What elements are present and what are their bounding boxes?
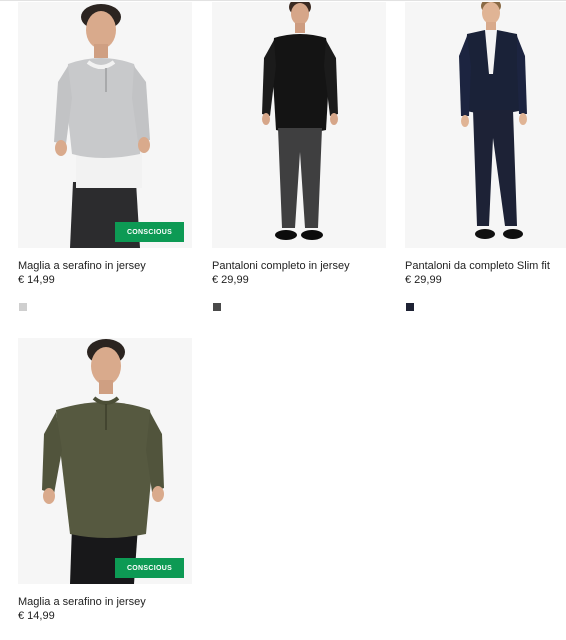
product-name[interactable]: Maglia a serafino in jersey — [18, 260, 146, 272]
product-name[interactable]: Pantaloni da completo Slim fit — [405, 260, 550, 272]
conscious-badge: CONSCIOUS — [115, 558, 184, 578]
model-navy-suit-photo — [459, 2, 527, 239]
product-image[interactable]: CONSCIOUS — [18, 2, 192, 248]
product-card[interactable]: Pantaloni da completo Slim fit € 29,99 — [405, 2, 566, 311]
product-price: € 29,99 — [405, 274, 442, 286]
model-black-sweater-photo — [262, 2, 338, 240]
top-divider — [0, 0, 566, 1]
product-price: € 29,99 — [212, 274, 249, 286]
color-swatch[interactable] — [19, 303, 27, 311]
product-card[interactable]: CONSCIOUS Maglia a serafino in jersey € … — [18, 2, 192, 311]
product-card[interactable]: Pantaloni completo in jersey € 29,99 — [212, 2, 386, 311]
conscious-badge: CONSCIOUS — [115, 222, 184, 242]
model-khaki-henley-photo — [42, 339, 164, 584]
product-image[interactable]: CONSCIOUS — [18, 338, 192, 584]
product-name[interactable]: Maglia a serafino in jersey — [18, 596, 146, 608]
product-image[interactable] — [405, 2, 566, 248]
model-grey-henley-photo — [54, 4, 150, 248]
product-card[interactable]: CONSCIOUS Maglia a serafino in jersey € … — [18, 338, 192, 622]
product-price: € 14,99 — [18, 610, 55, 622]
color-swatch[interactable] — [406, 303, 414, 311]
product-name[interactable]: Pantaloni completo in jersey — [212, 260, 350, 272]
color-swatch[interactable] — [213, 303, 221, 311]
product-image[interactable] — [212, 2, 386, 248]
product-price: € 14,99 — [18, 274, 55, 286]
